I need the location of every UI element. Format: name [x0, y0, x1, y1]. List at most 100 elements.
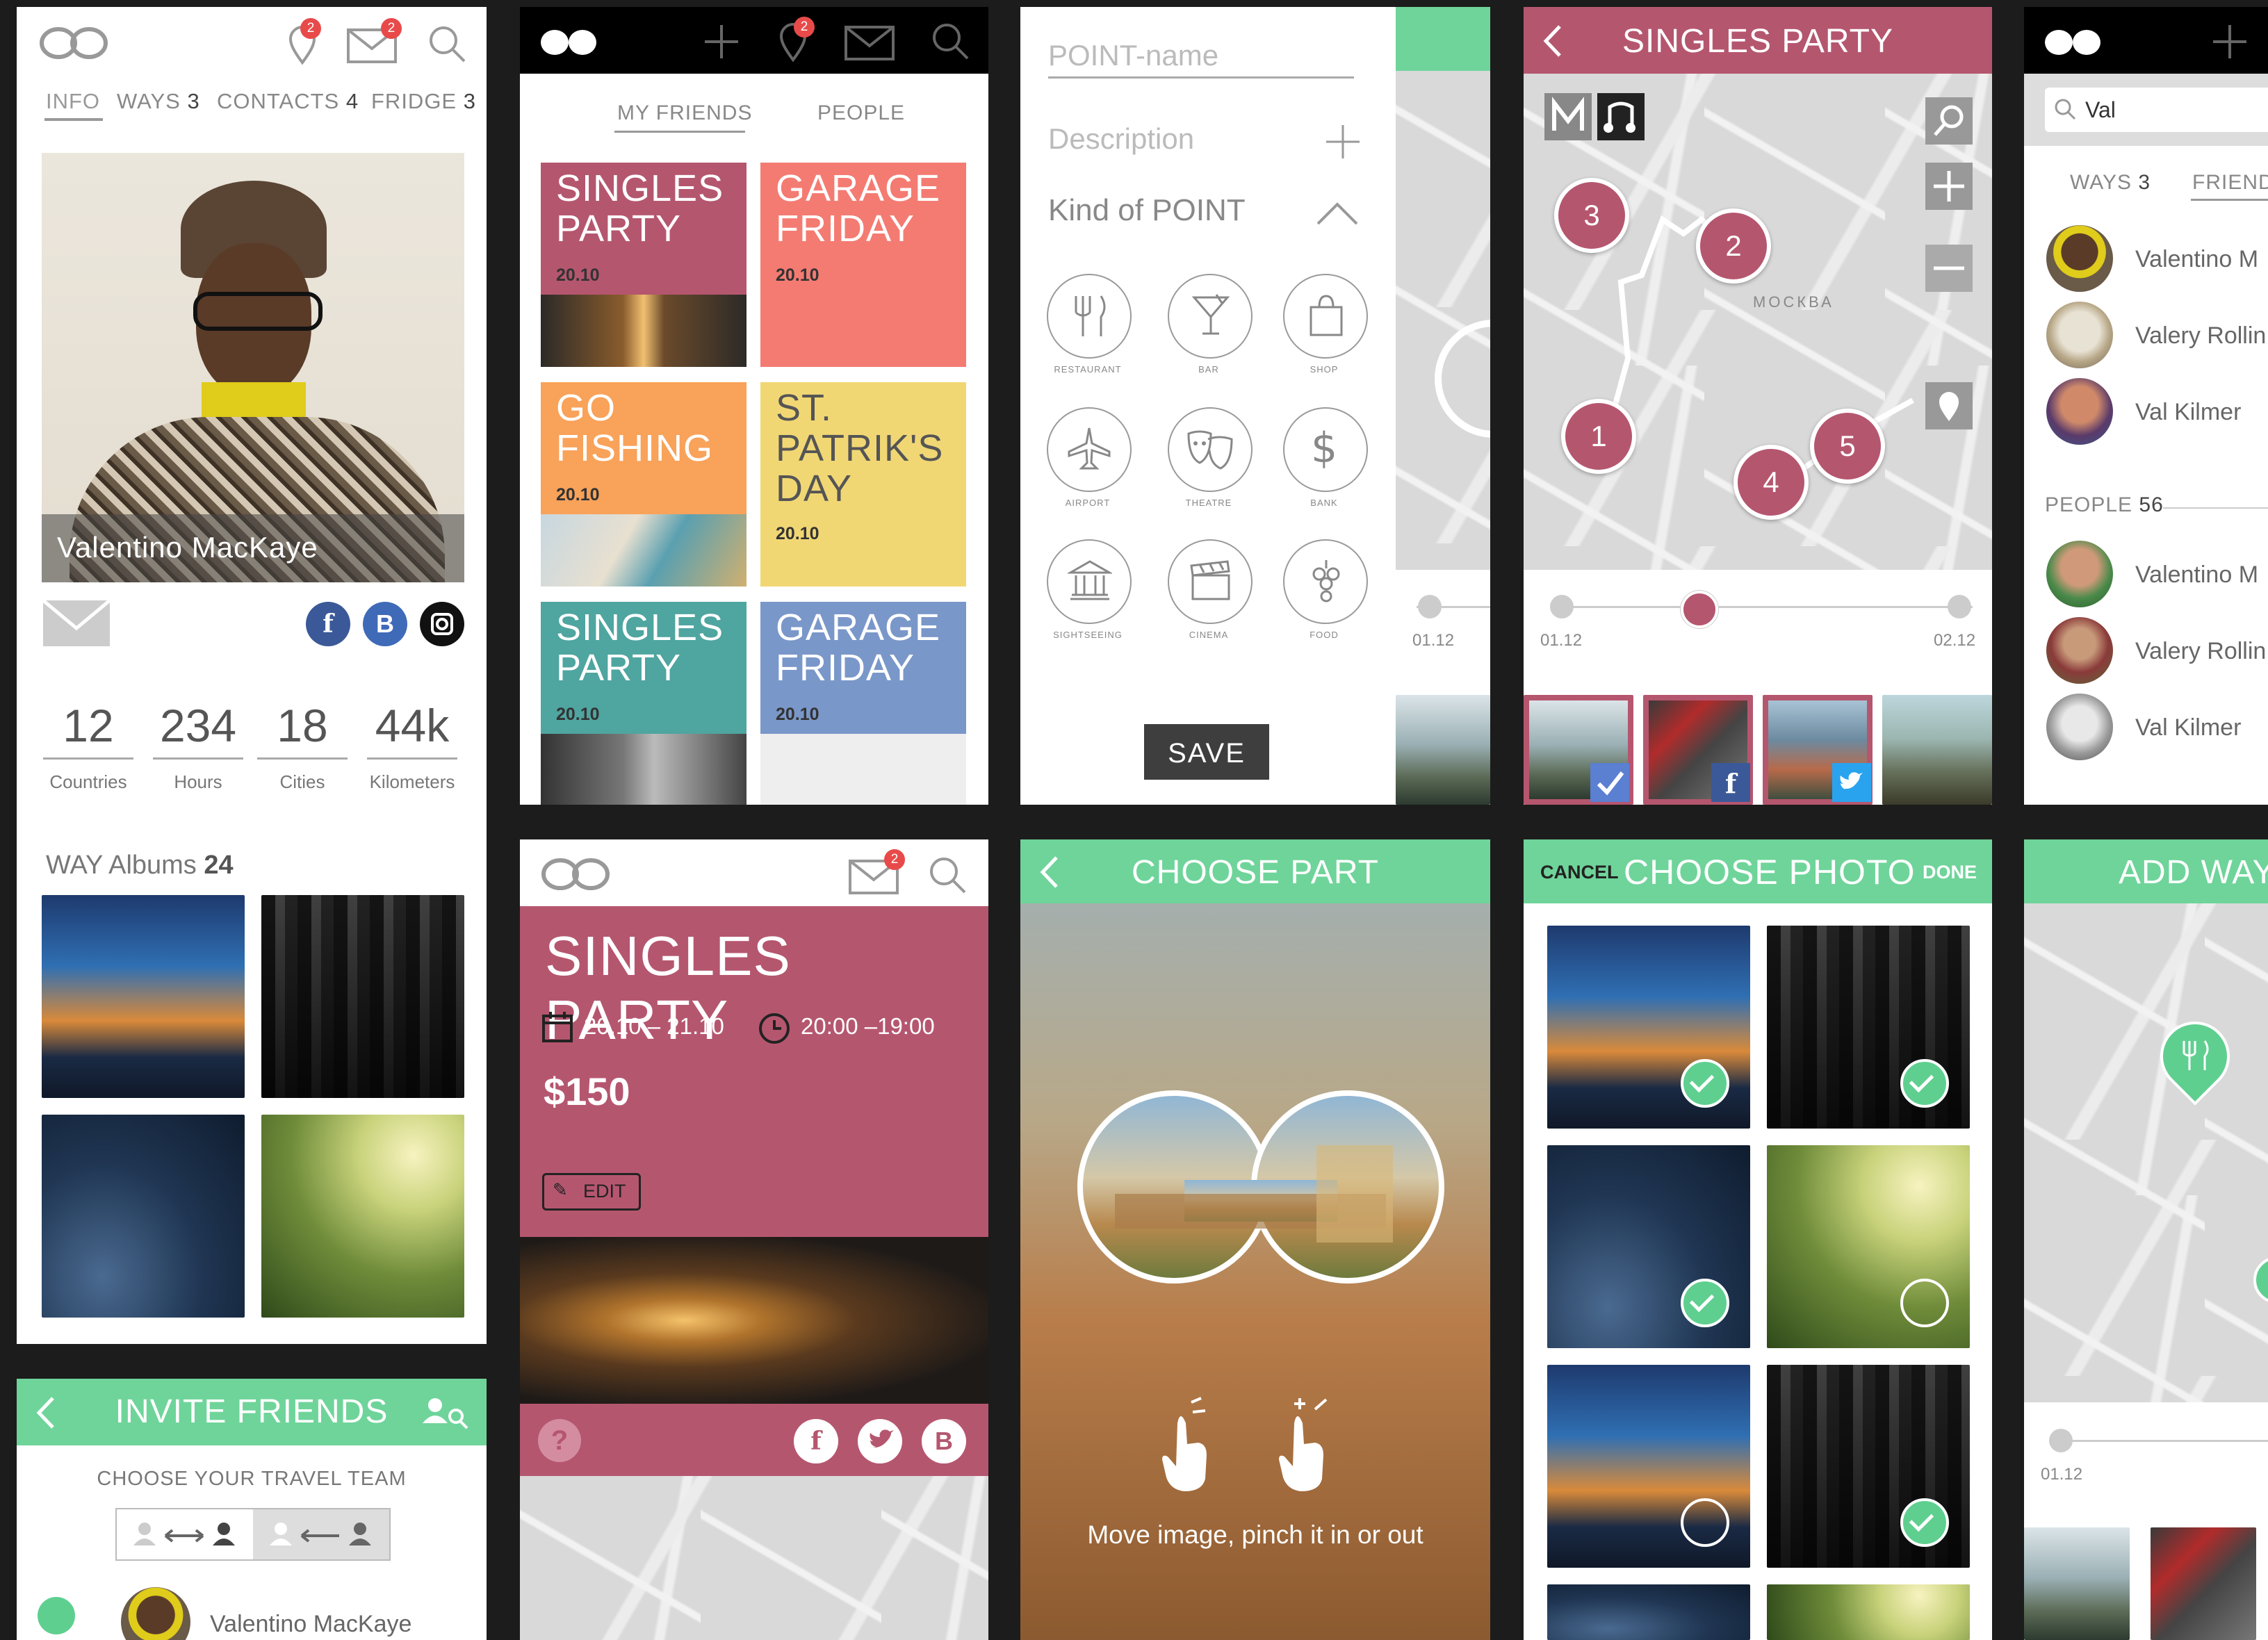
done-button[interactable]: DONE	[1923, 862, 1977, 883]
add-icon[interactable]	[703, 24, 740, 60]
event-photo[interactable]	[520, 1237, 988, 1404]
photo-checkbox[interactable]	[1900, 1059, 1949, 1108]
category-restaurant[interactable]	[1047, 274, 1132, 359]
route-pin[interactable]: 5	[1810, 409, 1885, 484]
map-strip[interactable]	[1396, 71, 1490, 570]
event-tile[interactable]: GARAGE FRIDAY 20.10	[760, 602, 966, 805]
event-tile[interactable]: SINGLES PARTY 20.10	[541, 602, 747, 805]
tab-ways[interactable]: WAYS 3	[117, 89, 200, 114]
event-tile[interactable]: SINGLES PARTY 20.10	[541, 163, 747, 367]
tab-my-friends[interactable]: MY FRIENDS	[617, 101, 752, 125]
category-bar[interactable]	[1168, 274, 1253, 359]
tile-date: 20.10	[776, 265, 819, 285]
friend-name[interactable]: Valery Rollin	[2135, 322, 2266, 350]
photo-checkbox[interactable]	[1900, 1498, 1949, 1547]
app-logo-icon[interactable]	[39, 22, 108, 64]
person-name[interactable]: Valery Rollin	[2135, 638, 2266, 665]
photo-checkbox[interactable]	[1681, 1279, 1729, 1327]
search-icon[interactable]	[931, 22, 970, 61]
event-tile[interactable]: GO FISHING 20.10	[541, 382, 747, 587]
album-photo[interactable]	[42, 1115, 245, 1318]
tab-people[interactable]: PEOPLE	[817, 101, 905, 125]
strip-photo[interactable]	[1882, 695, 1992, 805]
app-logo-icon[interactable]	[539, 25, 598, 60]
person-avatar	[2046, 694, 2113, 760]
event-tile[interactable]: ST. PATRIK'S DAY 20.10	[760, 382, 966, 587]
timeline-handle[interactable]	[2049, 1429, 2073, 1452]
user-search-icon[interactable]	[421, 1395, 470, 1430]
cancel-button[interactable]: CANCEL	[1540, 862, 1619, 883]
add-description-icon[interactable]	[1323, 122, 1362, 161]
edit-button[interactable]: ✎ EDIT	[542, 1173, 641, 1211]
app-logo-icon[interactable]	[2043, 25, 2102, 60]
selectable-photo[interactable]	[1547, 1584, 1750, 1640]
one-way-icon[interactable]	[253, 1509, 389, 1559]
tab-ways[interactable]: WAYS 3	[2070, 171, 2151, 195]
point-name-placeholder: POINT-name	[1048, 39, 1219, 72]
timeline-handle[interactable]	[1418, 595, 1442, 618]
profile-photo[interactable]: Valentino MacKaye	[42, 153, 464, 582]
album-photo[interactable]	[261, 895, 464, 1098]
point-photo[interactable]	[1396, 695, 1490, 805]
stat-underline	[43, 757, 133, 760]
category-food[interactable]	[1283, 539, 1368, 624]
b-social-button[interactable]: B	[922, 1419, 966, 1463]
chevron-up-icon[interactable]	[1315, 200, 1360, 228]
route-pin[interactable]: 1	[1561, 399, 1636, 474]
category-sightseeing[interactable]	[1047, 539, 1132, 624]
photo-checkbox[interactable]	[1900, 1279, 1949, 1327]
photo-checkbox[interactable]	[1681, 1498, 1729, 1547]
event-map[interactable]	[520, 1476, 988, 1640]
point-name-input[interactable]: POINT-name	[1048, 25, 1354, 79]
category-theatre[interactable]	[1168, 407, 1253, 492]
binocular-crop-mask[interactable]	[1066, 1083, 1455, 1291]
twitter-button[interactable]	[858, 1419, 902, 1463]
friend-avatar	[2046, 225, 2113, 292]
timeline-current-handle[interactable]	[1681, 591, 1719, 628]
search-input[interactable]: Val	[2045, 88, 2268, 132]
timeline-end-handle[interactable]	[1948, 595, 1971, 618]
album-photo[interactable]	[261, 1115, 464, 1318]
search-screen: Val WAYS 3 FRIEND Valentino M Valery Rol…	[2024, 7, 2268, 805]
timeline-start-handle[interactable]	[1550, 595, 1574, 618]
mail-icon[interactable]	[844, 25, 895, 61]
app-logo-icon[interactable]	[541, 853, 610, 895]
tab-fridge[interactable]: FRIDGE 3	[371, 89, 476, 114]
bar-icon	[1190, 293, 1232, 338]
facebook-button[interactable]: f	[306, 602, 350, 646]
description-input[interactable]: Description	[1048, 122, 1354, 164]
tab-contacts[interactable]: CONTACTS 4	[217, 89, 359, 114]
category-shop[interactable]	[1283, 274, 1368, 359]
event-tile[interactable]: GARAGE FRIDAY 20.10	[760, 163, 966, 367]
help-button[interactable]: ?	[538, 1419, 581, 1462]
friend-name[interactable]: Val Kilmer	[2135, 399, 2241, 426]
b-social-button[interactable]: B	[363, 602, 407, 646]
photo-checkbox[interactable]	[1681, 1059, 1729, 1108]
route-pin[interactable]: 2	[1696, 208, 1771, 284]
route-pin[interactable]: 4	[1733, 445, 1809, 520]
person-name[interactable]: Val Kilmer	[2135, 714, 2241, 741]
category-airport[interactable]	[1047, 407, 1132, 492]
friend-check[interactable]	[38, 1597, 75, 1634]
message-icon[interactable]	[43, 600, 110, 646]
instagram-button[interactable]	[420, 602, 464, 646]
category-bank[interactable]: $	[1283, 407, 1368, 492]
person-name[interactable]: Valentino M	[2135, 561, 2258, 589]
two-way-icon[interactable]	[117, 1509, 252, 1559]
way-photo[interactable]	[2151, 1527, 2256, 1640]
add-way-map[interactable]	[2024, 903, 2268, 1402]
way-photo[interactable]	[2024, 1527, 2130, 1640]
facebook-button[interactable]: f	[794, 1419, 838, 1463]
save-button[interactable]: SAVE	[1144, 724, 1269, 780]
route-pin[interactable]: 3	[1554, 178, 1629, 253]
add-icon[interactable]	[2212, 24, 2248, 60]
search-icon[interactable]	[428, 25, 467, 64]
album-photo[interactable]	[42, 895, 245, 1098]
category-cinema[interactable]	[1168, 539, 1253, 624]
friend-name[interactable]: Valentino M	[2135, 246, 2258, 273]
tab-info[interactable]: INFO	[46, 89, 100, 114]
selectable-photo[interactable]	[1767, 1584, 1970, 1640]
search-icon[interactable]	[929, 856, 968, 895]
team-mode-toggle[interactable]	[115, 1508, 391, 1561]
tab-friends[interactable]: FRIEND	[2192, 171, 2268, 195]
